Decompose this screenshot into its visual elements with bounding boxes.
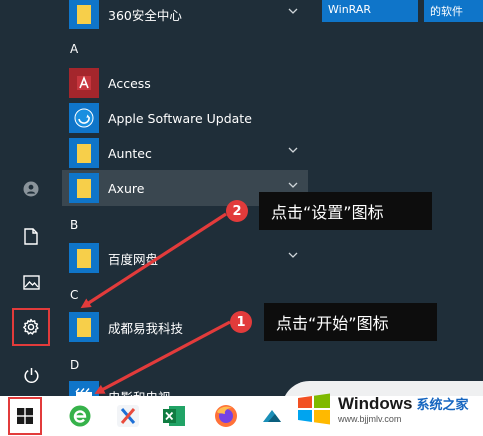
app-label: Apple Software Update xyxy=(108,110,252,126)
power-button[interactable] xyxy=(12,356,50,394)
watermark-url: www.bjjmlv.com xyxy=(338,413,402,424)
settings-button[interactable] xyxy=(12,308,50,346)
callout-text: 点击“开始”图标 xyxy=(276,314,389,333)
chevron-down-icon[interactable] xyxy=(288,252,298,258)
windows-start-icon xyxy=(17,408,33,424)
group-header-a[interactable]: A xyxy=(70,42,78,56)
power-icon xyxy=(23,367,39,383)
app-item-baidu-netdisk[interactable]: 百度网盘 xyxy=(62,240,308,276)
app-item-movies-tv[interactable]: 电影和电视 xyxy=(62,378,308,396)
taskbar-firefox[interactable] xyxy=(210,400,242,432)
app-label: 成都易我科技 xyxy=(108,320,184,336)
apple-update-icon xyxy=(69,103,99,133)
watermark: Windows 系统之家 www.bjjmlv.com xyxy=(282,381,483,436)
folder-icon xyxy=(69,243,99,273)
callout-settings: 点击“设置”图标 xyxy=(259,192,432,230)
folder-icon xyxy=(69,312,99,342)
ie-icon xyxy=(69,405,91,427)
taskbar-excel[interactable] xyxy=(158,400,190,432)
folder-icon xyxy=(69,173,99,203)
movies-tv-icon xyxy=(69,381,99,396)
app-label: Auntec xyxy=(108,145,152,161)
group-header-b[interactable]: B xyxy=(70,218,78,232)
folder-icon xyxy=(69,0,99,29)
taskbar-xmind[interactable] xyxy=(112,400,144,432)
user-icon xyxy=(23,181,39,197)
access-icon xyxy=(69,68,99,98)
app-label: Axure xyxy=(108,180,145,196)
step-badge-1: 1 xyxy=(230,311,252,333)
app-icon xyxy=(263,410,281,422)
tile-label: 的软件 xyxy=(430,5,463,18)
callout-start: 点击“开始”图标 xyxy=(264,303,437,341)
chevron-down-icon[interactable] xyxy=(288,147,298,153)
start-button[interactable] xyxy=(8,397,42,435)
tile-label: WinRAR xyxy=(328,3,372,16)
app-item-access[interactable]: Access xyxy=(62,65,308,101)
taskbar-ie[interactable] xyxy=(64,400,96,432)
xmind-icon xyxy=(117,405,139,427)
app-item-360[interactable]: 360安全中心 xyxy=(62,0,308,32)
step-badge-2: 2 xyxy=(226,200,248,222)
chevron-down-icon[interactable] xyxy=(288,8,298,14)
app-item-apple-software-update[interactable]: Apple Software Update xyxy=(62,100,308,136)
chevron-down-icon[interactable] xyxy=(288,182,298,188)
tile-winrar[interactable]: WinRAR xyxy=(322,0,418,22)
start-menu-rail xyxy=(0,0,62,396)
group-header-c[interactable]: C xyxy=(70,288,78,302)
firefox-icon xyxy=(215,405,237,427)
user-button[interactable] xyxy=(12,170,50,208)
pictures-button[interactable] xyxy=(12,263,50,301)
documents-button[interactable] xyxy=(12,217,50,255)
tile-software[interactable]: 的软件 xyxy=(424,0,483,22)
excel-icon xyxy=(163,406,185,426)
windows-logo-icon xyxy=(298,393,330,424)
app-label: 电影和电视 xyxy=(108,387,171,397)
app-label: 360安全中心 xyxy=(108,7,182,23)
watermark-site: 系统之家 xyxy=(416,397,469,413)
app-item-auntec[interactable]: Auntec xyxy=(62,135,308,171)
document-icon xyxy=(24,227,38,245)
gear-icon xyxy=(23,318,39,335)
callout-text: 点击“设置”图标 xyxy=(271,203,384,222)
app-label: 百度网盘 xyxy=(108,251,159,267)
app-label: Access xyxy=(108,75,151,91)
pictures-icon xyxy=(22,274,40,290)
watermark-brand: Windows xyxy=(338,393,413,413)
group-header-d[interactable]: D xyxy=(70,358,79,372)
folder-icon xyxy=(69,138,99,168)
